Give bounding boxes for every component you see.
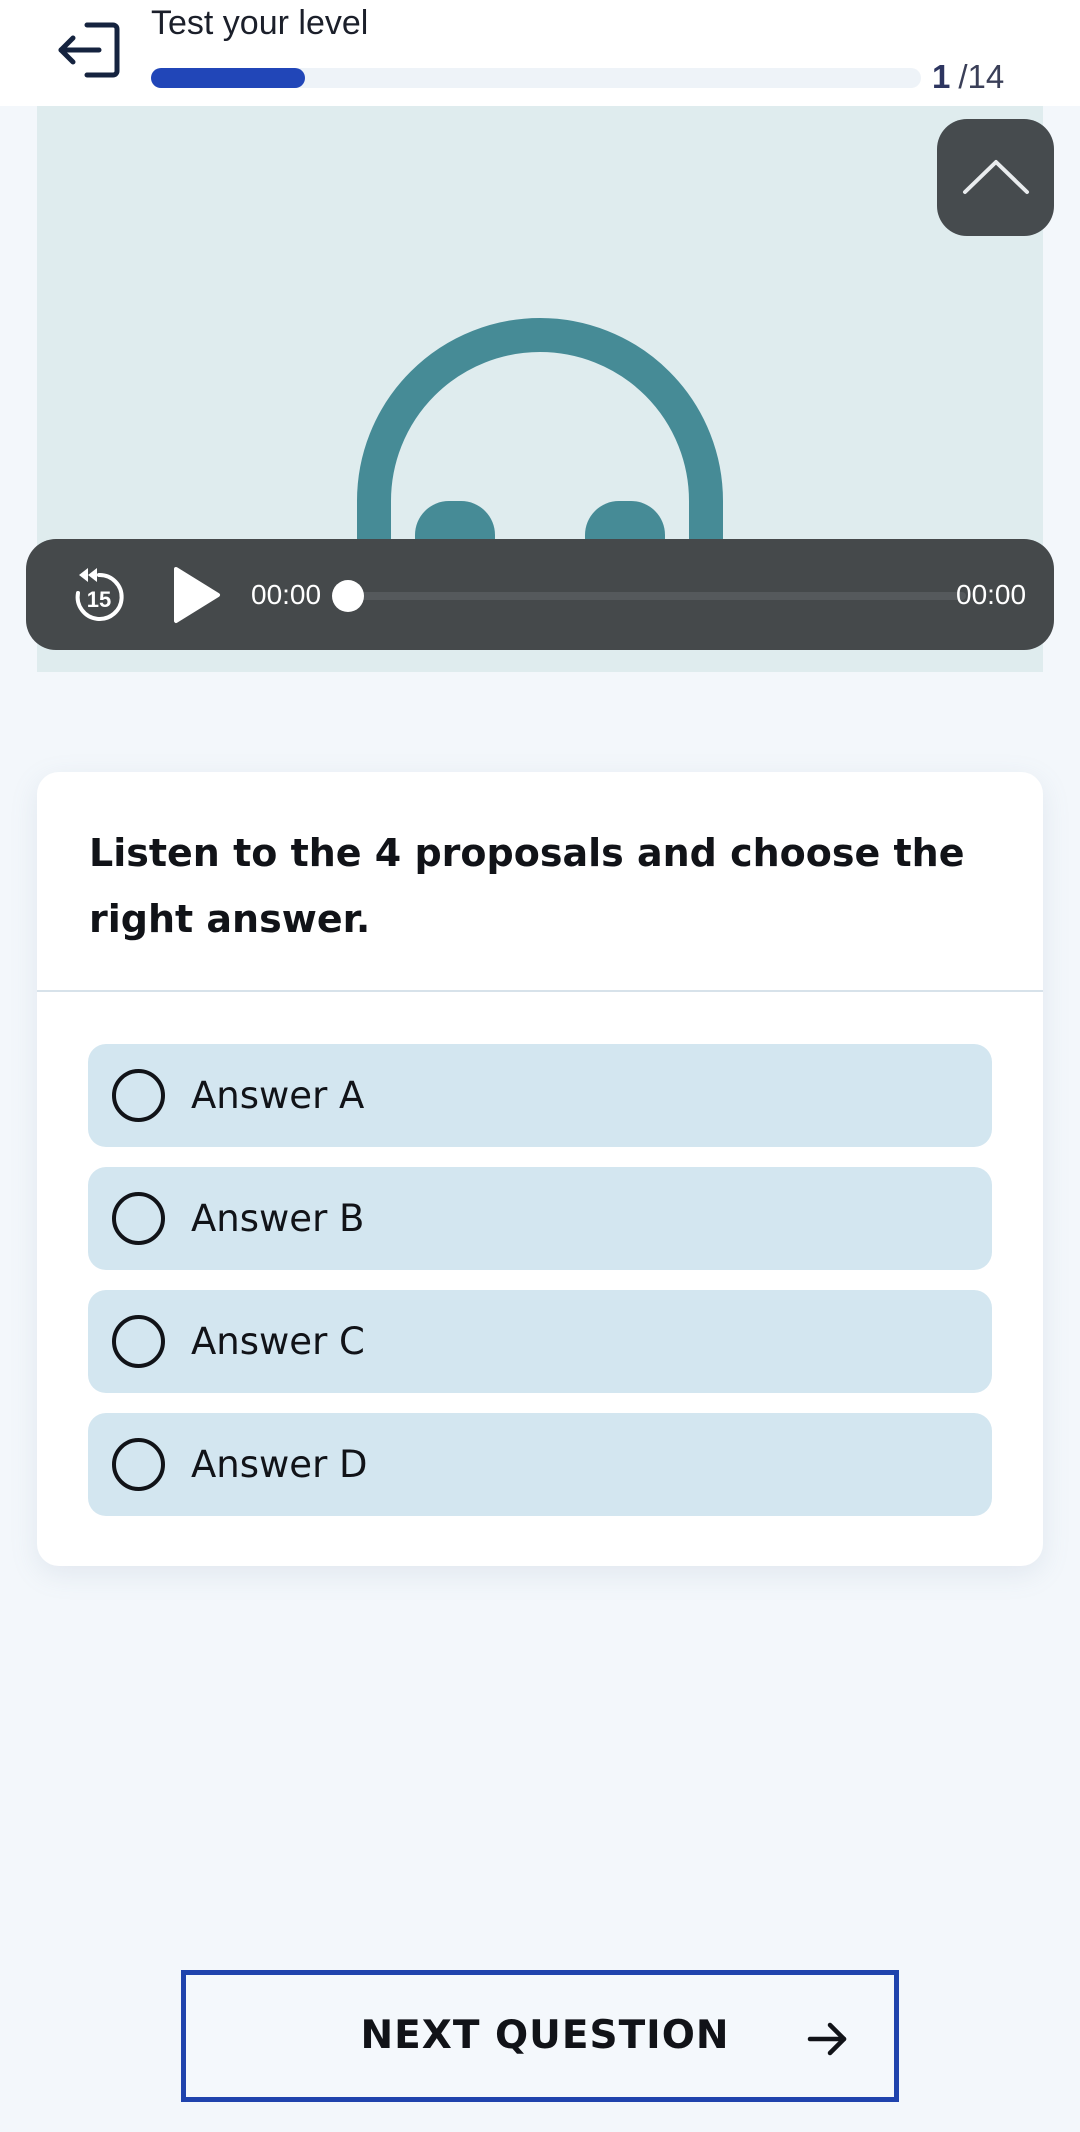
collapse-media-button[interactable]	[937, 119, 1054, 236]
chevron-up-icon	[961, 156, 1031, 200]
exit-button[interactable]	[52, 14, 128, 90]
rewind-15-icon: 15	[68, 568, 130, 631]
question-card: Listen to the 4 proposals and choose the…	[37, 772, 1043, 1566]
page-title: Test your level	[151, 4, 369, 42]
answer-option[interactable]: Answer B	[88, 1167, 992, 1270]
radio-button[interactable]	[112, 1315, 165, 1368]
answer-option[interactable]: Answer C	[88, 1290, 992, 1393]
progress-bar	[151, 68, 921, 88]
seek-handle[interactable]	[332, 580, 364, 612]
rewind-seconds-label: 15	[87, 587, 111, 612]
answer-option[interactable]: Answer D	[88, 1413, 992, 1516]
seek-bar[interactable]	[348, 592, 966, 600]
answer-label: Answer C	[191, 1320, 365, 1363]
current-question-number: 1	[932, 58, 951, 95]
play-button[interactable]	[162, 563, 226, 627]
arrow-right-icon	[806, 2019, 850, 2063]
total-time: 00:00	[956, 579, 1027, 610]
next-question-label: NEXT QUESTION	[360, 2013, 730, 2058]
radio-button[interactable]	[112, 1438, 165, 1491]
divider	[37, 990, 1043, 992]
exit-icon	[57, 17, 123, 87]
answer-label: Answer D	[191, 1443, 368, 1486]
question-prompt: Listen to the 4 proposals and choose the…	[89, 831, 965, 941]
radio-button[interactable]	[112, 1192, 165, 1245]
next-question-button[interactable]: NEXT QUESTION	[181, 1970, 899, 2102]
total-questions: /14	[958, 58, 1005, 95]
header: Test your level 1/14	[0, 0, 1080, 106]
play-icon	[162, 567, 226, 631]
answer-label: Answer A	[191, 1074, 365, 1117]
current-time: 00:00	[251, 579, 322, 610]
question-counter: 1/14	[932, 58, 1004, 96]
audio-player: 15 00:00 00:00	[26, 539, 1054, 650]
radio-button[interactable]	[112, 1069, 165, 1122]
answer-label: Answer B	[191, 1197, 365, 1240]
progress-fill	[151, 68, 305, 88]
answer-option[interactable]: Answer A	[88, 1044, 992, 1147]
quiz-page: Test your level 1/14 15 00:00 00:00 List…	[0, 0, 1080, 2132]
rewind-15-button[interactable]: 15	[68, 565, 130, 627]
